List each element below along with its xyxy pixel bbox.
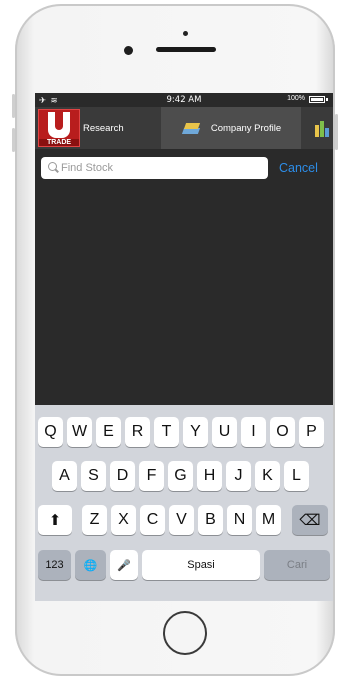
key-w[interactable]: W [67,417,92,447]
top-tab-bar: TRADE Research Company Profile [35,107,333,149]
chart-tab-icon[interactable] [315,119,329,137]
key-y[interactable]: Y [183,417,208,447]
tab-research-label: Research [83,122,124,134]
cancel-button[interactable]: Cancel [279,161,318,175]
battery-tip-icon [326,98,328,101]
logo-icon[interactable]: TRADE [38,109,80,147]
logo-u-mark [48,112,70,138]
company-profile-icon [181,120,203,136]
tab-company-profile-label: Company Profile [210,122,282,134]
keyboard: Q W E R T Y U I O P A S D F G H J K L ⬆ … [35,405,333,601]
search-icon [48,162,57,171]
key-p[interactable]: P [299,417,324,447]
delete-icon[interactable]: ⌫ [292,505,328,535]
tab-research[interactable]: Research [83,107,161,149]
key-g[interactable]: G [168,461,193,491]
key-x[interactable]: X [111,505,136,535]
search-row: Cancel [35,149,333,185]
key-m[interactable]: M [256,505,281,535]
tab-company-profile[interactable]: Company Profile [161,107,301,149]
key-q[interactable]: Q [38,417,63,447]
battery-icon [309,96,325,103]
sensor-icon [183,31,188,36]
camera-icon [124,46,133,55]
search-go-key[interactable]: Cari [264,550,330,580]
key-u[interactable]: U [212,417,237,447]
home-button[interactable] [163,611,207,655]
volume-down-button [12,128,15,152]
numbers-key[interactable]: 123 [38,550,71,580]
key-v[interactable]: V [169,505,194,535]
key-n[interactable]: N [227,505,252,535]
search-box[interactable] [41,157,268,179]
key-a[interactable]: A [52,461,77,491]
find-stock-input[interactable] [61,157,261,179]
key-b[interactable]: B [198,505,223,535]
key-s[interactable]: S [81,461,106,491]
key-r[interactable]: R [125,417,150,447]
screen: ✈ ≋ 9:42 AM 100% TRADE Research Company … [35,93,333,601]
shift-icon[interactable]: ⬆ [38,505,72,535]
key-f[interactable]: F [139,461,164,491]
logo-text: TRADE [39,139,79,146]
key-z[interactable]: Z [82,505,107,535]
key-e[interactable]: E [96,417,121,447]
speaker-icon [156,47,216,52]
key-j[interactable]: J [226,461,251,491]
globe-icon[interactable]: 🌐 [75,550,106,580]
key-h[interactable]: H [197,461,222,491]
status-bar: ✈ ≋ 9:42 AM 100% [35,93,333,107]
battery-percent: 100% [287,95,305,102]
key-c[interactable]: C [140,505,165,535]
key-o[interactable]: O [270,417,295,447]
microphone-icon[interactable]: 🎤 [110,550,138,580]
key-k[interactable]: K [255,461,280,491]
volume-up-button [12,94,15,118]
key-i[interactable]: I [241,417,266,447]
key-d[interactable]: D [110,461,135,491]
space-key[interactable]: Spasi [142,550,260,580]
key-l[interactable]: L [284,461,309,491]
key-t[interactable]: T [154,417,179,447]
power-button [335,114,338,150]
